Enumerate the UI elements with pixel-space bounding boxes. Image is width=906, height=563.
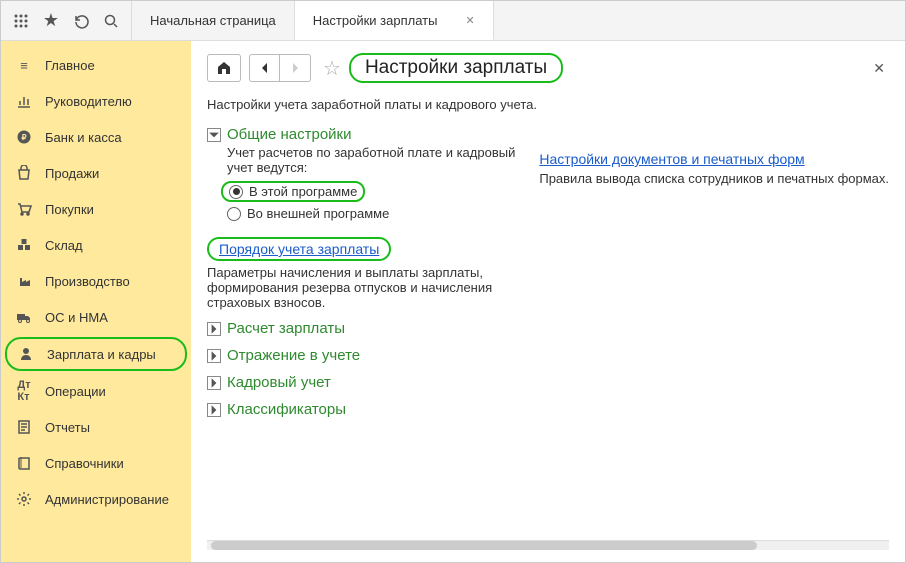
tab-home[interactable]: Начальная страница	[132, 1, 295, 40]
close-icon[interactable]: ✕	[873, 60, 889, 77]
expand-icon	[207, 403, 221, 417]
sidebar-item-label: Банк и касса	[45, 130, 122, 145]
general-note: Учет расчетов по заработной плате и кадр…	[227, 145, 515, 175]
person-icon	[17, 345, 35, 363]
radio-this-program[interactable]: В этой программе	[221, 181, 365, 202]
radio-icon	[227, 207, 241, 221]
sidebar-item-reports[interactable]: Отчеты	[1, 409, 191, 445]
section-salary-calc[interactable]: Расчет зарплаты	[207, 320, 515, 337]
page-header: ☆ Настройки зарплаты ✕	[207, 53, 889, 83]
menu-icon: ≡	[15, 56, 33, 74]
sidebar-item-label: Администрирование	[45, 492, 169, 507]
gear-icon	[15, 490, 33, 508]
back-button[interactable]	[250, 55, 280, 81]
sidebar-item-label: Операции	[45, 384, 106, 399]
link-salary-order-hint: Параметры начисления и выплаты зарплаты,…	[207, 265, 515, 310]
section-hr-record[interactable]: Кадровый учет	[207, 374, 515, 391]
main-panel: ☆ Настройки зарплаты ✕ Настройки учета з…	[191, 41, 905, 562]
page-description: Настройки учета заработной платы и кадро…	[207, 97, 889, 112]
favorite-icon[interactable]: ☆	[323, 56, 341, 81]
sidebar-item-admin[interactable]: Администрирование	[1, 481, 191, 517]
sidebar-item-warehouse[interactable]: Склад	[1, 227, 191, 263]
page-title-highlight: Настройки зарплаты	[349, 53, 563, 83]
sidebar-item-main[interactable]: ≡ Главное	[1, 47, 191, 83]
sidebar-item-label: Зарплата и кадры	[47, 347, 156, 362]
truck-icon	[15, 308, 33, 326]
section-title: Классификаторы	[227, 401, 346, 418]
cart-icon	[15, 200, 33, 218]
section-accounting-reflection[interactable]: Отражение в учете	[207, 347, 515, 364]
book-icon	[15, 454, 33, 472]
factory-icon	[15, 272, 33, 290]
sidebar-item-assets[interactable]: ОС и НМА	[1, 299, 191, 335]
sidebar-item-label: Руководителю	[45, 94, 132, 109]
history-icon[interactable]	[69, 9, 93, 33]
radio-icon	[229, 185, 243, 199]
sidebar-item-manager[interactable]: Руководителю	[1, 83, 191, 119]
ruble-icon: ₽	[15, 128, 33, 146]
section-title: Расчет зарплаты	[227, 320, 345, 337]
top-toolbar: ★ Начальная страница Настройки зарплаты …	[1, 1, 905, 41]
bag-icon	[15, 164, 33, 182]
collapse-icon	[207, 128, 221, 142]
section-general-header[interactable]: Общие настройки	[207, 126, 889, 143]
radio-label: Во внешней программе	[247, 206, 389, 221]
link-document-settings-hint: Правила вывода списка сотрудников и печа…	[539, 171, 889, 186]
star-icon[interactable]: ★	[39, 9, 63, 33]
tab-salary-settings[interactable]: Настройки зарплаты ✕	[295, 1, 494, 40]
sidebar-item-label: Производство	[45, 274, 130, 289]
sidebar-item-label: Справочники	[45, 456, 124, 471]
sidebar-item-sales[interactable]: Продажи	[1, 155, 191, 191]
home-button[interactable]	[207, 54, 241, 82]
section-title: Кадровый учет	[227, 374, 331, 391]
sidebar-item-label: Покупки	[45, 202, 94, 217]
radio-external-program[interactable]: Во внешней программе	[227, 206, 515, 221]
report-icon	[15, 418, 33, 436]
svg-text:₽: ₽	[21, 133, 26, 142]
tab-label: Настройки зарплаты	[313, 13, 438, 28]
radio-label: В этой программе	[249, 184, 357, 199]
expand-icon	[207, 349, 221, 363]
sidebar-item-salary[interactable]: Зарплата и кадры	[5, 337, 187, 371]
section-title: Общие настройки	[227, 126, 352, 143]
section-classifiers[interactable]: Классификаторы	[207, 401, 515, 418]
page-title: Настройки зарплаты	[365, 57, 547, 78]
sidebar: ≡ Главное Руководителю ₽ Банк и касса Прод…	[1, 41, 191, 562]
sidebar-item-operations[interactable]: ДтКт Операции	[1, 373, 191, 409]
expand-icon	[207, 376, 221, 390]
expand-icon	[207, 322, 221, 336]
sidebar-item-reference[interactable]: Справочники	[1, 445, 191, 481]
tab-label: Начальная страница	[150, 13, 276, 28]
link-salary-order-highlight: Порядок учета зарплаты	[207, 237, 391, 261]
search-icon[interactable]	[99, 9, 123, 33]
ops-icon: ДтКт	[15, 382, 33, 400]
sidebar-item-label: Продажи	[45, 166, 99, 181]
sidebar-item-label: Главное	[45, 58, 95, 73]
horizontal-scrollbar[interactable]	[207, 540, 889, 550]
sidebar-item-label: Склад	[45, 238, 83, 253]
link-document-settings[interactable]: Настройки документов и печатных форм	[539, 151, 804, 167]
boxes-icon	[15, 236, 33, 254]
tab-strip: Начальная страница Настройки зарплаты ✕	[132, 1, 494, 40]
nav-buttons	[249, 54, 311, 82]
sidebar-item-bank[interactable]: ₽ Банк и касса	[1, 119, 191, 155]
sidebar-item-purchases[interactable]: Покупки	[1, 191, 191, 227]
close-icon[interactable]: ✕	[465, 14, 474, 27]
sidebar-item-label: Отчеты	[45, 420, 90, 435]
section-title: Отражение в учете	[227, 347, 360, 364]
sidebar-item-production[interactable]: Производство	[1, 263, 191, 299]
chart-icon	[15, 92, 33, 110]
sidebar-item-label: ОС и НМА	[45, 310, 108, 325]
forward-button[interactable]	[280, 55, 310, 81]
apps-grid-icon[interactable]	[9, 9, 33, 33]
link-salary-order[interactable]: Порядок учета зарплаты	[219, 241, 379, 257]
